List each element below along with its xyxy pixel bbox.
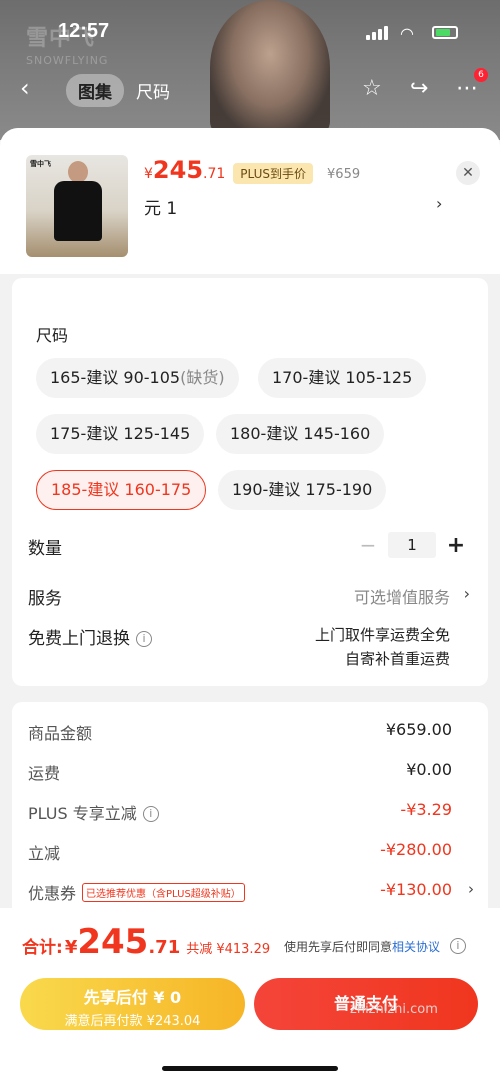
coupon-value: -¥130.00 (380, 880, 452, 899)
instant-discount-label: 立减 (28, 844, 61, 863)
cart-count-badge: 6 (474, 68, 488, 82)
wifi-icon: ◠ (400, 24, 414, 43)
size-option-text: 190-建议 175-190 (232, 480, 373, 499)
price-decimal: .71 (203, 166, 226, 182)
status-bar: 雪中飞 SNOWFLYING 12:57 ◠ (0, 20, 500, 67)
total-label: 合计: (22, 938, 63, 958)
status-time: 12:57 (58, 20, 110, 42)
top-navigation: ‹ 图集 尺码 ☆ ↪ ⋯ 6 (0, 68, 500, 110)
total-decimal: .71 (148, 937, 181, 958)
close-icon[interactable]: ✕ (456, 161, 480, 185)
thumbnail-jacket (54, 181, 102, 241)
plus-price-tag: PLUS到手价 (233, 163, 314, 184)
checkout-footer: 合计: ¥ 245 .71 共减 ¥413.29 使用先享后付即同意相关协议 i… (0, 908, 500, 1082)
quantity-minus-button[interactable]: − (356, 533, 380, 557)
thumbnail-model-head (68, 161, 88, 183)
total-price: 合计: ¥ 245 .71 共减 ¥413.29 (22, 922, 270, 962)
thumbnail-brand-logo: 雪中飞 (30, 160, 51, 168)
agreement-text: 使用先享后付即同意相关协议 i (284, 938, 466, 955)
quantity-value[interactable]: 1 (388, 532, 436, 558)
goods-amount-row: 商品金额 ¥659.00 (28, 720, 452, 744)
site-watermark: zhizhizhi.com (350, 1002, 438, 1017)
size-option-text: 170-建议 105-125 (272, 368, 413, 387)
shipping-label: 运费 (28, 764, 61, 783)
tab-gallery[interactable]: 图集 (66, 73, 124, 107)
shipping-value: ¥0.00 (406, 760, 452, 779)
more-icon[interactable]: ⋯ (456, 76, 478, 101)
selected-spec[interactable]: 元 1 (144, 194, 177, 219)
return-pickup-text: 上门取件享运费全免 (314, 626, 450, 644)
size-option-170[interactable]: 170-建议 105-125 (258, 358, 427, 398)
plus-discount-row: PLUS 专享立减 i -¥3.29 (28, 800, 452, 824)
info-icon[interactable]: i (136, 631, 152, 647)
size-option-text: 175-建议 125-145 (50, 424, 191, 443)
chevron-right-icon[interactable]: › (468, 880, 474, 898)
agreement-link[interactable]: 相关协议 (392, 940, 440, 954)
coupon-label: 优惠券 (28, 884, 77, 903)
tab-size[interactable]: 尺码 (124, 74, 182, 107)
product-thumbnail[interactable]: 雪中飞 (26, 155, 128, 257)
size-option-185-selected[interactable]: 185-建议 160-175 (36, 470, 207, 510)
pay-later-title: 先享后付 ¥ 0 (83, 988, 182, 1007)
free-return-label: 免费上门退换 (28, 629, 130, 649)
coupon-recommended-tag: 已选推荐优惠（含PLUS超级补贴） (82, 883, 245, 902)
original-price: ¥659 (327, 167, 361, 182)
battery-icon (432, 26, 458, 39)
total-integer: 245 (77, 922, 149, 962)
size-option-text: 180-建议 145-160 (230, 424, 371, 443)
agreement-prefix: 使用先享后付即同意 (284, 940, 393, 954)
size-option-175[interactable]: 175-建议 125-145 (36, 414, 205, 454)
price-breakdown-card: 商品金额 ¥659.00 运费 ¥0.00 PLUS 专享立减 i -¥3.29 … (12, 702, 488, 922)
brand-watermark-sub: SNOWFLYING (26, 54, 109, 67)
size-option-180[interactable]: 180-建议 145-160 (216, 414, 385, 454)
options-card: 尺码 165-建议 90-105(缺货) 170-建议 105-125 175-… (12, 278, 488, 686)
product-summary: 雪中飞 ¥ 245 .71 PLUS到手价 ¥659 元 1 › ✕ (0, 128, 500, 274)
size-option-165[interactable]: 165-建议 90-105(缺货) (36, 358, 239, 398)
info-icon[interactable]: i (449, 938, 466, 954)
signal-icon (366, 26, 388, 40)
size-label: 尺码 (36, 326, 69, 345)
coupon-row[interactable]: 优惠券 已选推荐优惠（含PLUS超级补贴） -¥130.00 (28, 880, 452, 904)
size-option-text: 185-建议 160-175 (51, 480, 192, 499)
tab-bar: 图集 尺码 (66, 73, 182, 107)
price-integer: 245 (152, 156, 204, 184)
total-currency: ¥ (64, 937, 78, 958)
share-icon[interactable]: ↪ (410, 76, 428, 101)
service-value[interactable]: 可选增值服务 (354, 584, 450, 608)
shipping-row: 运费 ¥0.00 (28, 760, 452, 784)
info-icon[interactable]: i (142, 806, 159, 822)
out-of-stock-text: (缺货) (180, 368, 225, 387)
total-savings: 共减 ¥413.29 (186, 942, 271, 957)
size-option-190[interactable]: 190-建议 175-190 (218, 470, 387, 510)
chevron-right-icon[interactable]: › (464, 584, 470, 603)
instant-discount-row: 立减 -¥280.00 (28, 840, 452, 864)
quantity-plus-button[interactable]: + (444, 533, 468, 558)
return-self-ship-text: 自寄补首重运费 (344, 650, 450, 668)
back-icon[interactable]: ‹ (20, 74, 30, 102)
plus-discount-value: -¥3.29 (400, 800, 452, 819)
size-option-text: 165-建议 90-105 (50, 368, 181, 387)
pay-later-button[interactable]: 先享后付 ¥ 0 满意后再付款 ¥243.04 (20, 978, 245, 1030)
pay-later-subtitle: 满意后再付款 ¥243.04 (64, 1014, 201, 1029)
favorite-star-icon[interactable]: ☆ (362, 76, 382, 101)
home-indicator (162, 1066, 338, 1071)
quantity-stepper: − 1 + (356, 532, 468, 558)
price-currency: ¥ (144, 166, 153, 182)
instant-discount-value: -¥280.00 (380, 840, 452, 859)
price-row: ¥ 245 .71 PLUS到手价 ¥659 (144, 156, 360, 184)
goods-amount-label: 商品金额 (28, 724, 93, 743)
plus-discount-label: PLUS 专享立减 (28, 804, 137, 823)
goods-amount-value: ¥659.00 (385, 720, 452, 739)
chevron-right-icon[interactable]: › (436, 194, 442, 213)
